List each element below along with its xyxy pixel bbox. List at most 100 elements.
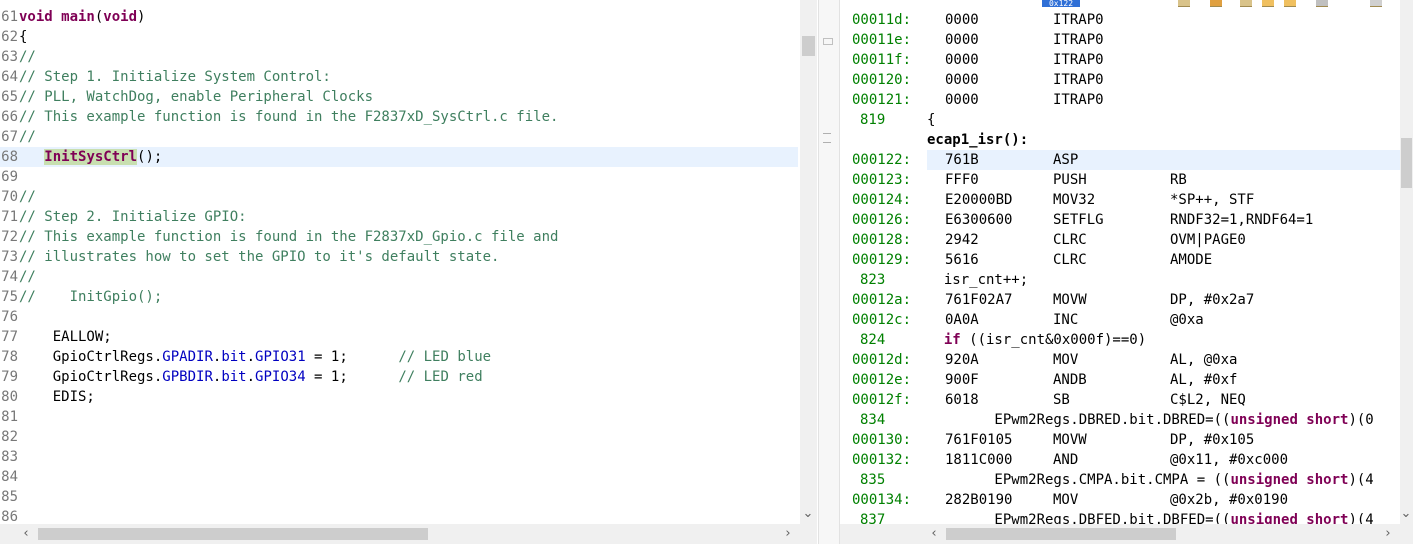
line-number: 67 [1, 129, 18, 145]
opcode: 282B0190 [945, 492, 1013, 508]
disassembly-horizontal-scrollbar[interactable]: ‹ › [840, 524, 1413, 544]
code-line[interactable]: // [19, 187, 36, 207]
scroll-down-arrow-icon[interactable]: ⌄ [1398, 506, 1413, 522]
line-number: 62 [1, 29, 18, 45]
code-token: // LED red [398, 369, 483, 385]
code-token: = 1; [305, 369, 399, 385]
code-token: // InitGpio(); [19, 289, 163, 305]
toolbar-icon[interactable] [1370, 0, 1382, 7]
code-line[interactable]: InitSysCtrl(); [19, 147, 162, 167]
mnemonic: ITRAP0 [1053, 32, 1104, 48]
line-number: 86 [1, 509, 18, 524]
editor-horizontal-scrollbar[interactable]: ‹ › [0, 524, 817, 544]
code-line[interactable]: // PLL, WatchDog, enable Peripheral Cloc… [19, 87, 373, 107]
mnemonic: AND [1053, 452, 1079, 468]
toolbar-icon[interactable] [1316, 0, 1328, 7]
code-line[interactable]: // [19, 47, 36, 67]
source-line-number: 823 [860, 272, 886, 288]
mnemonic: INC [1053, 312, 1079, 328]
code-line[interactable]: // illustrates how to set the GPIO to it… [19, 247, 499, 267]
scroll-down-arrow-icon[interactable]: ⌄ [800, 506, 816, 522]
toolbar-icon[interactable] [1284, 0, 1296, 7]
code-token: void [103, 9, 138, 25]
disassembly-vertical-scroll-thumb[interactable] [1401, 138, 1412, 188]
line-number: 66 [1, 109, 18, 125]
code-line[interactable]: // InitGpio(); [19, 287, 162, 307]
source-editor[interactable]: 61 void main(void) 62{63//64// Step 1. Ini… [0, 0, 800, 524]
mnemonic: MOVW [1053, 292, 1087, 308]
editor-vertical-scroll-thumb[interactable] [802, 36, 815, 56]
disassembly-horizontal-scroll-thumb[interactable] [946, 528, 1176, 540]
source-line-text: EPwm2Regs.DBFED.bit.DBFED=((unsigned sho… [927, 510, 1374, 524]
instruction-address: 00011f: [852, 52, 912, 68]
scroll-right-arrow-icon[interactable]: › [780, 526, 796, 542]
source-token: )(4 [1348, 512, 1374, 524]
line-number: 64 [1, 69, 18, 85]
operands: @0x2b, #0x0190 [1170, 492, 1289, 508]
toolbar-icon[interactable] [1240, 0, 1252, 7]
line-number: 73 [1, 249, 18, 265]
address-field[interactable]: 0x122 [1042, 0, 1080, 7]
scroll-left-arrow-icon[interactable]: ‹ [18, 526, 34, 542]
function-label: ecap1_isr(): [927, 132, 1029, 148]
line-number: 68 [1, 149, 18, 165]
source-line-text: if ((isr_cnt&0x000f)==0) [927, 330, 1146, 350]
editor-horizontal-scroll-thumb[interactable] [38, 528, 428, 540]
disassembly-view[interactable]: 00011d: 0000 ITRAP0 00011e: 0000 ITRAP0 00011f… [840, 0, 1400, 524]
keyword-token: unsigned short [1230, 512, 1349, 524]
code-line[interactable]: EDIS; [19, 387, 95, 407]
instruction-address: 000120: [852, 72, 912, 88]
code-line[interactable]: GpioCtrlRegs.GPBDIR.bit.GPIO34 = 1; // L… [19, 367, 483, 387]
line-number: 79 [1, 369, 18, 385]
scroll-right-arrow-icon[interactable]: › [1380, 526, 1396, 542]
mnemonic: SETFLG [1053, 212, 1104, 228]
pane-splitter[interactable] [818, 0, 840, 544]
opcode: 0000 [945, 32, 979, 48]
code-line[interactable]: void main(void) [19, 7, 145, 27]
opcode: 6018 [945, 392, 979, 408]
source-token: EPwm2Regs.DBRED.bit.DBRED=(( [927, 412, 1231, 428]
code-token: // LED blue [398, 349, 492, 365]
editor-vertical-scrollbar[interactable]: ⌄ [800, 0, 817, 524]
code-line[interactable]: { [19, 27, 27, 47]
mnemonic: ITRAP0 [1053, 92, 1104, 108]
instruction-address: 000134: [852, 492, 912, 508]
instruction-address: 000130: [852, 432, 912, 448]
code-line[interactable]: // [19, 127, 36, 147]
operands: DP, #0x105 [1170, 432, 1255, 448]
instruction-address: 000132: [852, 452, 912, 468]
mnemonic: ITRAP0 [1053, 72, 1104, 88]
code-line[interactable]: // Step 1. Initialize System Control: [19, 67, 331, 87]
source-token [927, 332, 944, 348]
code-line[interactable]: EALLOW; [19, 327, 112, 347]
mnemonic: MOVW [1053, 432, 1087, 448]
code-token: . [246, 349, 256, 365]
code-line[interactable]: // Step 2. Initialize GPIO: [19, 207, 247, 227]
toolbar-icon[interactable] [1210, 0, 1222, 7]
code-line[interactable]: GpioCtrlRegs.GPADIR.bit.GPIO31 = 1; // L… [19, 347, 491, 367]
code-token: // Step 2. Initialize GPIO: [19, 209, 247, 225]
line-number: 76 [1, 309, 18, 325]
scroll-left-arrow-icon[interactable]: ‹ [926, 526, 942, 542]
code-line[interactable]: // [19, 267, 36, 287]
opcode: 0000 [945, 12, 979, 28]
code-line[interactable]: // This example function is found in the… [19, 227, 558, 247]
code-token: // [19, 49, 36, 65]
line-number: 83 [1, 449, 18, 465]
toolbar-icon[interactable] [1262, 0, 1274, 7]
code-line[interactable]: // This example function is found in the… [19, 107, 558, 127]
toolbar-icon[interactable] [1178, 0, 1190, 7]
opcode: E6300600 [945, 212, 1013, 228]
line-number: 74 [1, 269, 18, 285]
code-token: bit [221, 369, 247, 385]
opcode: 5616 [945, 252, 979, 268]
line-number: 82 [1, 429, 18, 445]
operands: *SP++, STF [1170, 192, 1255, 208]
disassembly-vertical-scrollbar[interactable]: ⌄ [1400, 0, 1413, 524]
line-number: 78 [1, 349, 18, 365]
source-token: )(4 [1348, 472, 1374, 488]
mnemonic: ASP [1053, 152, 1079, 168]
code-token: // PLL, WatchDog, enable Peripheral Cloc… [19, 89, 374, 105]
mnemonic: MOV [1053, 352, 1079, 368]
